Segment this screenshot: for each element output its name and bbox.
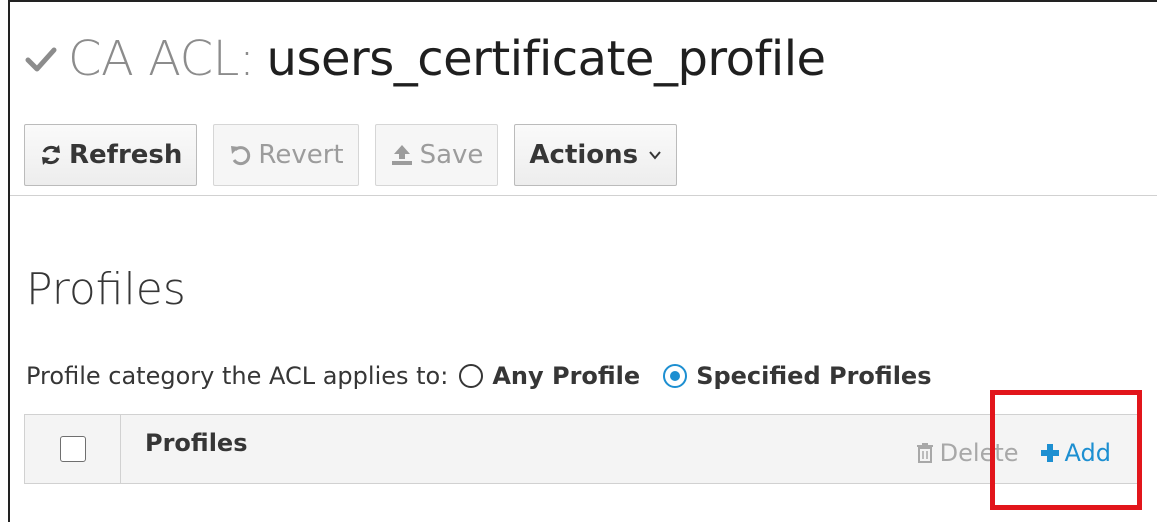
- column-header-profiles: Profiles: [145, 429, 248, 457]
- entity-type-label: CA ACL:: [68, 31, 255, 87]
- refresh-button[interactable]: Refresh: [24, 124, 198, 186]
- entity-name: users_certificate_profile: [266, 31, 827, 87]
- radio-any-profile[interactable]: [458, 363, 484, 389]
- chevron-down-icon: [648, 148, 662, 162]
- toolbar: Refresh Revert Save Actions: [24, 124, 678, 186]
- save-button[interactable]: Save: [374, 124, 499, 186]
- upload-icon: [390, 143, 414, 167]
- actions-label: Actions: [529, 140, 639, 170]
- select-all-cell: [25, 415, 121, 483]
- profiles-table-header: Profiles Delete Add: [24, 414, 1142, 484]
- page-header: CA ACL: users_certificate_profile Refres…: [10, 2, 1157, 196]
- delete-button[interactable]: Delete: [914, 439, 1019, 467]
- delete-label: Delete: [939, 439, 1019, 467]
- plus-icon: [1039, 442, 1061, 464]
- trash-icon: [914, 442, 936, 464]
- actions-dropdown-button[interactable]: Actions: [514, 124, 678, 186]
- select-all-checkbox[interactable]: [59, 436, 86, 462]
- option-specified-profiles-label[interactable]: Specified Profiles: [696, 362, 931, 390]
- profile-category-selector: Profile category the ACL applies to: Any…: [26, 362, 931, 390]
- category-label: Profile category the ACL applies to:: [26, 362, 449, 390]
- radio-specified-profiles[interactable]: [662, 363, 688, 389]
- option-any-profile-label[interactable]: Any Profile: [492, 362, 640, 390]
- page-title: CA ACL: users_certificate_profile: [24, 24, 826, 94]
- refresh-label: Refresh: [69, 140, 183, 170]
- add-button[interactable]: Add: [1039, 439, 1111, 467]
- refresh-icon: [39, 143, 63, 167]
- page-frame: CA ACL: users_certificate_profile Refres…: [8, 0, 1157, 522]
- section-title: Profiles: [26, 264, 186, 315]
- undo-icon: [228, 143, 252, 167]
- table-actions: Delete Add: [914, 439, 1141, 467]
- add-label: Add: [1064, 439, 1111, 467]
- revert-label: Revert: [258, 140, 344, 170]
- revert-button[interactable]: Revert: [213, 124, 359, 186]
- check-icon: [24, 42, 58, 76]
- save-label: Save: [419, 140, 484, 170]
